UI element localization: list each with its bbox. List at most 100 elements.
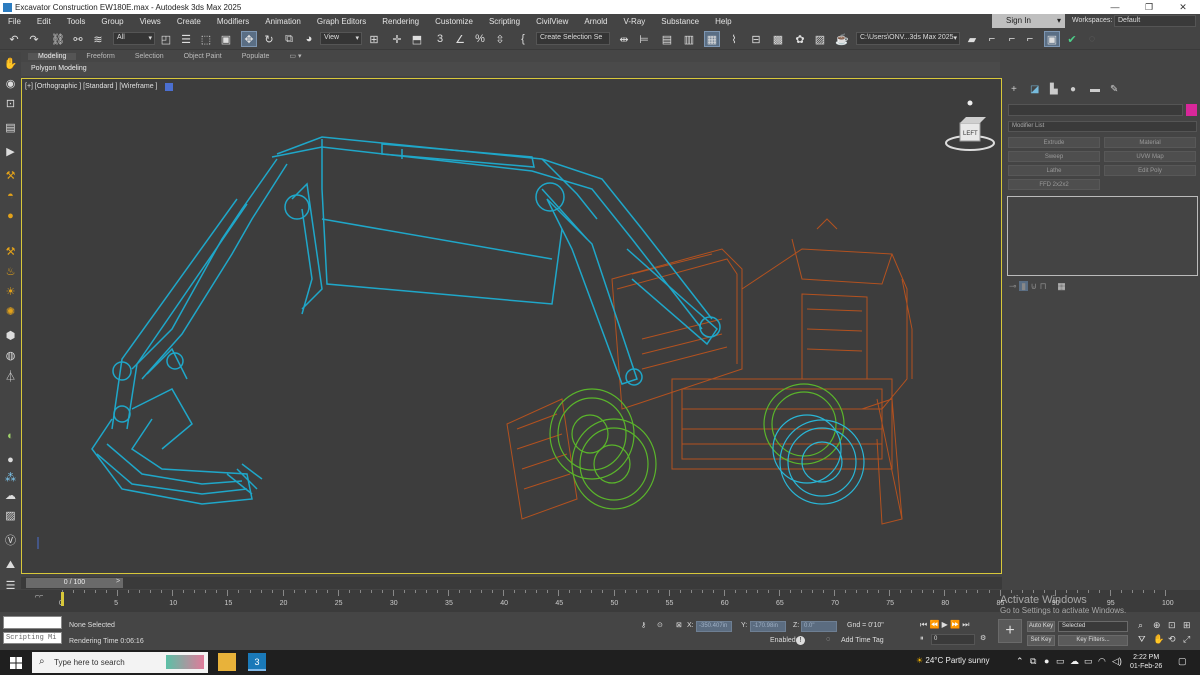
minimize-button[interactable]: —: [1098, 2, 1132, 12]
save-file-icon[interactable]: ▣: [1044, 31, 1060, 47]
current-frame-field[interactable]: 0: [931, 634, 975, 645]
meet-icon[interactable]: ▭: [1056, 656, 1065, 667]
mountain-icon[interactable]: ⛰: [3, 558, 18, 573]
absolute-mode-icon[interactable]: ⊠: [676, 621, 682, 629]
layer-explorer-icon[interactable]: ▥: [681, 31, 697, 47]
checkmark-icon[interactable]: ✔: [1064, 31, 1080, 47]
ruler-toggle-icon[interactable]: ⌐⌐: [35, 593, 43, 600]
vray-tool-icon[interactable]: ◐: [3, 428, 18, 443]
scene-explorer-icon[interactable]: ▤: [659, 31, 675, 47]
lamp-icon[interactable]: ♨: [3, 264, 18, 279]
select-and-scale-icon[interactable]: ⧉: [281, 31, 297, 47]
zoom-extents-icon[interactable]: ⊡: [1168, 620, 1176, 631]
go-to-end-icon[interactable]: ⏭: [962, 620, 969, 629]
menu-scripting[interactable]: Scripting: [481, 17, 528, 26]
sweep-button[interactable]: Sweep: [1008, 151, 1100, 162]
align-icon[interactable]: ⊨: [636, 31, 652, 47]
previous-frame-icon[interactable]: ⏪: [929, 620, 939, 629]
z-coordinate-field[interactable]: 0.0": [801, 621, 837, 632]
set-key-button[interactable]: Set Key: [1027, 635, 1055, 646]
display-tab-icon[interactable]: ▬: [1090, 84, 1100, 95]
object-name-field[interactable]: [1008, 104, 1183, 116]
render-setup-icon[interactable]: ✿: [792, 31, 808, 47]
current-frame-marker[interactable]: [61, 592, 64, 606]
next-frame-arrow[interactable]: >: [113, 578, 123, 588]
sky-light-icon[interactable]: ✺: [3, 304, 18, 319]
spinner-snap-icon[interactable]: ⇳: [492, 31, 508, 47]
notification-icon[interactable]: ▢: [1178, 656, 1187, 667]
next-frame-icon[interactable]: ⏩: [950, 620, 960, 629]
select-manipulate-icon[interactable]: ✛: [389, 31, 405, 47]
workspaces-dropdown[interactable]: Default: [1114, 15, 1196, 27]
viewcube[interactable]: LEFT: [942, 99, 998, 155]
hand-icon[interactable]: ✋: [3, 56, 18, 71]
lathe-button[interactable]: Lathe: [1008, 165, 1100, 176]
time-slider[interactable]: < 0 / 100 >: [21, 577, 1002, 589]
link-icon[interactable]: ⛓: [50, 31, 66, 47]
schematic-view-icon[interactable]: ⊟: [748, 31, 764, 47]
maximize-button[interactable]: ❐: [1132, 2, 1166, 13]
time-config-icon[interactable]: ⚙: [980, 634, 986, 642]
undo-icon[interactable]: ↶: [6, 31, 22, 47]
menu-tools[interactable]: Tools: [59, 17, 94, 26]
select-and-rotate-icon[interactable]: ↻: [261, 31, 277, 47]
material-button[interactable]: Material: [1104, 137, 1196, 148]
rendered-frame-window-icon[interactable]: ▨: [812, 31, 828, 47]
open-folder-icon[interactable]: ⌐: [984, 31, 1000, 47]
windows-start-icon[interactable]: [10, 657, 22, 669]
sun-icon[interactable]: ☀: [3, 284, 18, 299]
modifier-list-dropdown[interactable]: Modifier List: [1008, 121, 1197, 132]
set-project-folder-icon[interactable]: ▰: [964, 31, 980, 47]
pin-stack-icon[interactable]: ⊸: [1009, 281, 1017, 291]
render-sphere-icon[interactable]: ●: [3, 452, 18, 467]
select-object-icon[interactable]: ◰: [158, 31, 174, 47]
select-and-move-icon[interactable]: ✥: [241, 31, 257, 47]
weather-widget[interactable]: ☀ 24°C Partly sunny: [916, 656, 990, 665]
tab-populate[interactable]: Populate: [232, 53, 280, 60]
zoom-extents-all-icon[interactable]: ⊞: [1183, 620, 1191, 631]
x-coordinate-field[interactable]: -350.407in: [696, 621, 732, 632]
multi-sphere-icon[interactable]: ⁂: [3, 470, 18, 485]
zoom-all-icon[interactable]: ⊕: [1153, 620, 1161, 631]
sign-in-dropdown[interactable]: Sign In ▾: [992, 14, 1065, 28]
window-crossing-icon[interactable]: ▣: [218, 31, 234, 47]
hierarchy-tab-icon[interactable]: ▙: [1050, 84, 1058, 95]
publish-icon[interactable]: ⌐: [1022, 31, 1038, 47]
percent-snap-icon[interactable]: %: [472, 31, 488, 47]
tab-modeling[interactable]: Modeling: [28, 52, 77, 60]
menu-graph-editors[interactable]: Graph Editors: [309, 17, 374, 26]
enabled-toggle-icon[interactable]: !: [796, 636, 805, 645]
close-button[interactable]: ✕: [1166, 2, 1200, 13]
isolate-icon[interactable]: ⊙: [657, 621, 663, 629]
menu-help[interactable]: Help: [707, 17, 739, 26]
camera-icon[interactable]: ⊡: [3, 96, 18, 111]
uvw-map-button[interactable]: UVW Map: [1104, 151, 1196, 162]
select-and-place-icon[interactable]: ◕: [301, 31, 317, 47]
list-icon[interactable]: ▤: [3, 120, 18, 135]
ffd-button[interactable]: FFD 2x2x2: [1008, 179, 1100, 190]
hammer-icon[interactable]: ⚒: [3, 168, 18, 183]
auto-key-button[interactable]: Auto Key: [1027, 621, 1055, 632]
remove-modifier-icon[interactable]: ⊓: [1040, 281, 1047, 291]
zoom-icon[interactable]: ⌕: [1138, 620, 1143, 631]
menu-civilview[interactable]: CivilView: [528, 17, 576, 26]
curve-editor-icon[interactable]: ⌇: [726, 31, 742, 47]
video-camera-icon[interactable]: ▶: [3, 144, 18, 159]
snaps-toggle-icon[interactable]: 3: [432, 31, 448, 47]
menu-modifiers[interactable]: Modifiers: [209, 17, 257, 26]
reference-coordinate-dropdown[interactable]: View ▾: [320, 32, 362, 45]
menu-views[interactable]: Views: [132, 17, 169, 26]
polygon-modeling-label[interactable]: Polygon Modeling: [31, 65, 87, 72]
bind-space-warp-icon[interactable]: ≋: [90, 31, 106, 47]
orbit-view-icon[interactable]: ⟲: [1168, 634, 1176, 645]
make-unique-icon[interactable]: ⊍: [1031, 281, 1038, 291]
box-icon[interactable]: ⬢: [3, 328, 18, 343]
create-tab-icon[interactable]: +: [1011, 84, 1017, 95]
menu-customize[interactable]: Customize: [427, 17, 481, 26]
menu-group[interactable]: Group: [93, 17, 131, 26]
taskbar-clock[interactable]: 2:22 PM 01-Feb-26: [1130, 653, 1162, 671]
go-to-start-icon[interactable]: ⏮: [920, 620, 927, 629]
pivot-center-icon[interactable]: ⊞: [366, 31, 382, 47]
save-folder-icon[interactable]: ⌐: [1004, 31, 1020, 47]
onedrive-icon[interactable]: ☁: [1070, 656, 1079, 667]
